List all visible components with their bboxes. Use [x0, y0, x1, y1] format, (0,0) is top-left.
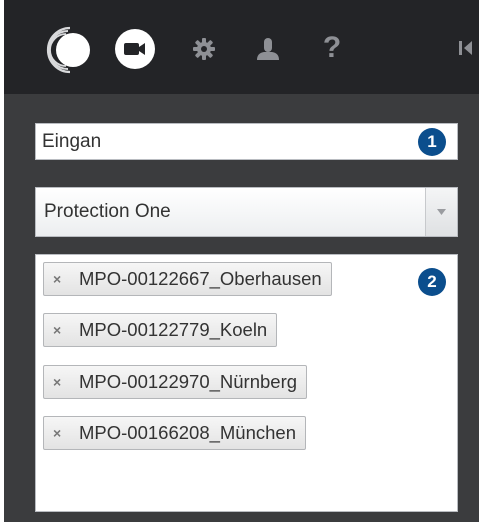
- remove-tag-icon[interactable]: ×: [44, 271, 71, 287]
- site-tag-label: MPO-00122970_Nürnberg: [79, 371, 298, 392]
- site-tag-label: MPO-00122667_Oberhausen: [79, 268, 322, 289]
- logo-icon[interactable]: [40, 22, 94, 76]
- filter-panel: ? 1 Protection One × MPO-00122667_Oberha…: [4, 0, 479, 522]
- callout-badge-1: 1: [418, 128, 446, 156]
- camera-icon[interactable]: [114, 28, 156, 70]
- site-tag[interactable]: × MPO-00122779_Koeln: [43, 313, 278, 347]
- chevron-down-icon: [437, 209, 446, 215]
- remove-tag-icon[interactable]: ×: [44, 374, 71, 390]
- remove-tag-icon[interactable]: ×: [44, 425, 71, 441]
- search-field[interactable]: 1: [35, 123, 458, 160]
- provider-select[interactable]: Protection One: [35, 187, 458, 237]
- callout-badge-2: 2: [418, 268, 446, 296]
- site-tag-label: MPO-00122779_Koeln: [79, 319, 268, 340]
- top-toolbar: ?: [4, 0, 479, 94]
- dropdown-button[interactable]: [425, 188, 457, 236]
- user-icon[interactable]: [254, 36, 282, 62]
- search-input[interactable]: [42, 124, 402, 159]
- provider-select-value: Protection One: [44, 201, 171, 222]
- site-tag[interactable]: × MPO-00122667_Oberhausen: [43, 262, 332, 296]
- remove-tag-icon[interactable]: ×: [44, 322, 71, 338]
- help-icon[interactable]: ?: [317, 30, 347, 66]
- collapse-icon[interactable]: [456, 36, 476, 60]
- site-tag-label: MPO-00166208_München: [79, 422, 297, 443]
- site-tag[interactable]: × MPO-00122970_Nürnberg: [43, 365, 308, 399]
- gear-icon[interactable]: [191, 36, 217, 62]
- selected-sites-list[interactable]: × MPO-00122667_Oberhausen × MPO-00122779…: [35, 254, 458, 512]
- site-tag[interactable]: × MPO-00166208_München: [43, 416, 307, 450]
